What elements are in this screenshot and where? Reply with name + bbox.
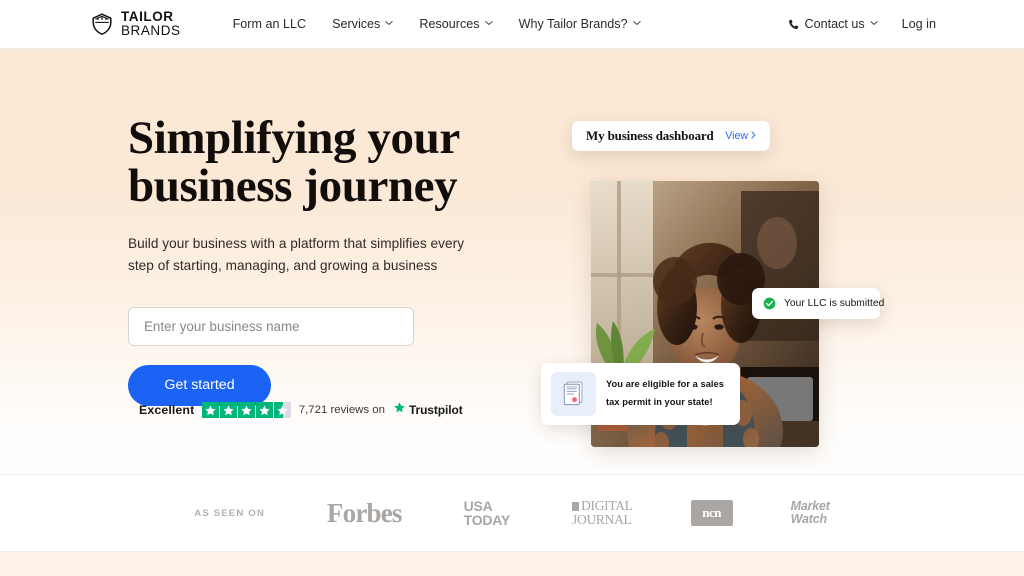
page-title: Simplifying your business journey [128, 112, 528, 212]
hero-section: Simplifying your business journey Build … [0, 49, 1024, 474]
hero-subheadline: Build your business with a platform that… [128, 235, 465, 273]
as-seen-on-label: AS SEEN ON [194, 507, 265, 519]
brand-logo-text: TAILOR BRANDS [121, 10, 181, 38]
digital-journal-logo: DIGITAL JOURNAL [572, 499, 633, 527]
tax-permit-title-1: You are eligible for a sales [606, 379, 725, 389]
get-started-button[interactable]: Get started [128, 364, 271, 406]
nav-item-label: Form an LLC [232, 17, 307, 31]
trustpilot-rating-word: Excellent [139, 403, 195, 417]
star-icon [256, 401, 273, 419]
llc-status-card: Your LLC is submitted [752, 288, 884, 319]
ncn-logo-text: ncn [702, 505, 721, 520]
tax-permit-body: You are eligible for a sales tax permit … [606, 372, 730, 410]
usa-today-line-2: TODAY [463, 512, 511, 528]
nav-login-label: Log in [901, 17, 936, 31]
business-name-input[interactable] [128, 306, 414, 346]
star-icon [220, 401, 237, 419]
green-check-circle-icon [763, 297, 776, 310]
star-icon [238, 401, 255, 419]
nav-item-form-an-llc[interactable]: Form an LLC [220, 11, 320, 37]
dashboard-card[interactable]: My business dashboard View [572, 121, 770, 151]
trustpilot-brand-label: Trustpilot [408, 403, 463, 417]
forbes-logo: Forbes [327, 498, 402, 529]
marketwatch-logo: Market Watch [790, 499, 830, 526]
dashboard-view-link[interactable]: View [725, 130, 756, 142]
top-navigation-bar: TAILOR BRANDS Form an LLC Services Resou… [0, 0, 1024, 49]
star-icon [202, 401, 219, 419]
dj-square-mark [572, 501, 580, 511]
logo-line-2: BRANDS [121, 23, 181, 38]
dashboard-card-title: My business dashboard [586, 128, 714, 143]
tax-permit-title-2: tax permit in your state! [606, 397, 713, 407]
usa-today-line-1: USA [463, 498, 493, 514]
hero-visual: My business dashboard View Your LLC is s… [533, 121, 903, 466]
nav-right-group: Contact us Log in [788, 13, 938, 35]
nav-links: Form an LLC Services Resources Why Tailo… [220, 11, 654, 37]
nav-item-why-tailor-brands[interactable]: Why Tailor Brands? [506, 11, 654, 37]
forbes-logo-text: Forbes [326, 497, 402, 528]
llc-status-text: Your LLC is submitted [784, 298, 885, 309]
ncn-logo: ncn [690, 500, 733, 526]
certificate-document-icon [551, 372, 596, 416]
chevron-down-icon [484, 20, 493, 28]
digital-journal-line-2: JOURNAL [572, 512, 632, 527]
digital-journal-line-1: DIGITAL [581, 498, 633, 514]
phone-icon [788, 19, 799, 30]
nav-item-contact-us[interactable]: Contact us [788, 17, 878, 31]
star-half-icon [274, 401, 291, 419]
nav-item-log-in[interactable]: Log in [900, 13, 938, 35]
chevron-right-icon [751, 130, 756, 142]
nav-item-resources[interactable]: Resources [406, 11, 505, 37]
trustpilot-rating[interactable]: Excellent 7,721 reviews on Trustpilot [139, 401, 463, 419]
trustpilot-star-icon [393, 401, 406, 419]
nav-item-label: Resources [419, 17, 480, 31]
bottom-background-strip [0, 552, 1024, 576]
trustpilot-reviews-count: 7,721 reviews on [298, 404, 385, 416]
chevron-down-icon [870, 20, 878, 28]
hero-copy-block: Simplifying your business journey Build … [128, 112, 528, 406]
press-logo-row: AS SEEN ON Forbes USA TODAY DIGITAL JOUR… [194, 498, 830, 529]
tax-permit-card: You are eligible for a sales tax permit … [541, 363, 740, 425]
chevron-down-icon [632, 20, 641, 28]
brand-logo[interactable]: TAILOR BRANDS [90, 10, 181, 38]
tailor-brands-logo-icon [90, 12, 114, 36]
usa-today-logo: USA TODAY [463, 498, 511, 528]
headline-line-1: Simplifying your [128, 112, 460, 164]
dashboard-view-label: View [725, 130, 748, 142]
nav-contact-label: Contact us [804, 17, 865, 31]
trustpilot-stars [202, 401, 291, 419]
as-seen-on-bar: AS SEEN ON Forbes USA TODAY DIGITAL JOUR… [0, 474, 1024, 552]
nav-item-services[interactable]: Services [319, 11, 406, 37]
headline-line-2: business journey [128, 159, 458, 212]
nav-item-label: Services [332, 17, 381, 31]
marketwatch-line-2: Watch [790, 512, 827, 526]
trustpilot-brand: Trustpilot [393, 401, 463, 419]
logo-line-1: TAILOR [121, 9, 174, 25]
nav-item-label: Why Tailor Brands? [518, 17, 628, 31]
chevron-down-icon [385, 20, 393, 28]
page-root: TAILOR BRANDS Form an LLC Services Resou… [0, 0, 1024, 576]
